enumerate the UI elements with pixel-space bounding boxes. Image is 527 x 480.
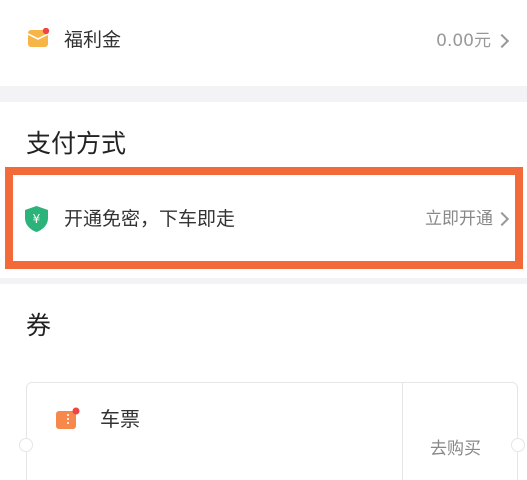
welfare-row[interactable]: 福利金 0.00元 [0,0,527,86]
payment-section-title: 支付方式 [26,129,127,158]
activate-now-link[interactable]: 立即开通 [425,208,493,230]
ticket-label: 车票 [100,407,140,431]
welfare-balance: 0.00元 [436,31,491,51]
password-free-text: 开通免密，下车即走 [64,208,236,230]
go-buy-button[interactable]: 去购买 [430,438,481,460]
card-notch [511,438,525,452]
card-notch [19,438,33,452]
ticket-card-divider [402,382,403,480]
coupons-section-title: 券 [26,311,52,340]
red-envelope-icon [28,28,50,47]
ticket-icon [56,407,80,429]
svg-text:¥: ¥ [33,212,41,226]
chevron-right-icon [494,33,510,49]
welfare-label: 福利金 [64,29,122,51]
shield-yuan-icon: ¥ [25,206,48,232]
section-divider [0,278,527,284]
section-divider [0,86,527,102]
